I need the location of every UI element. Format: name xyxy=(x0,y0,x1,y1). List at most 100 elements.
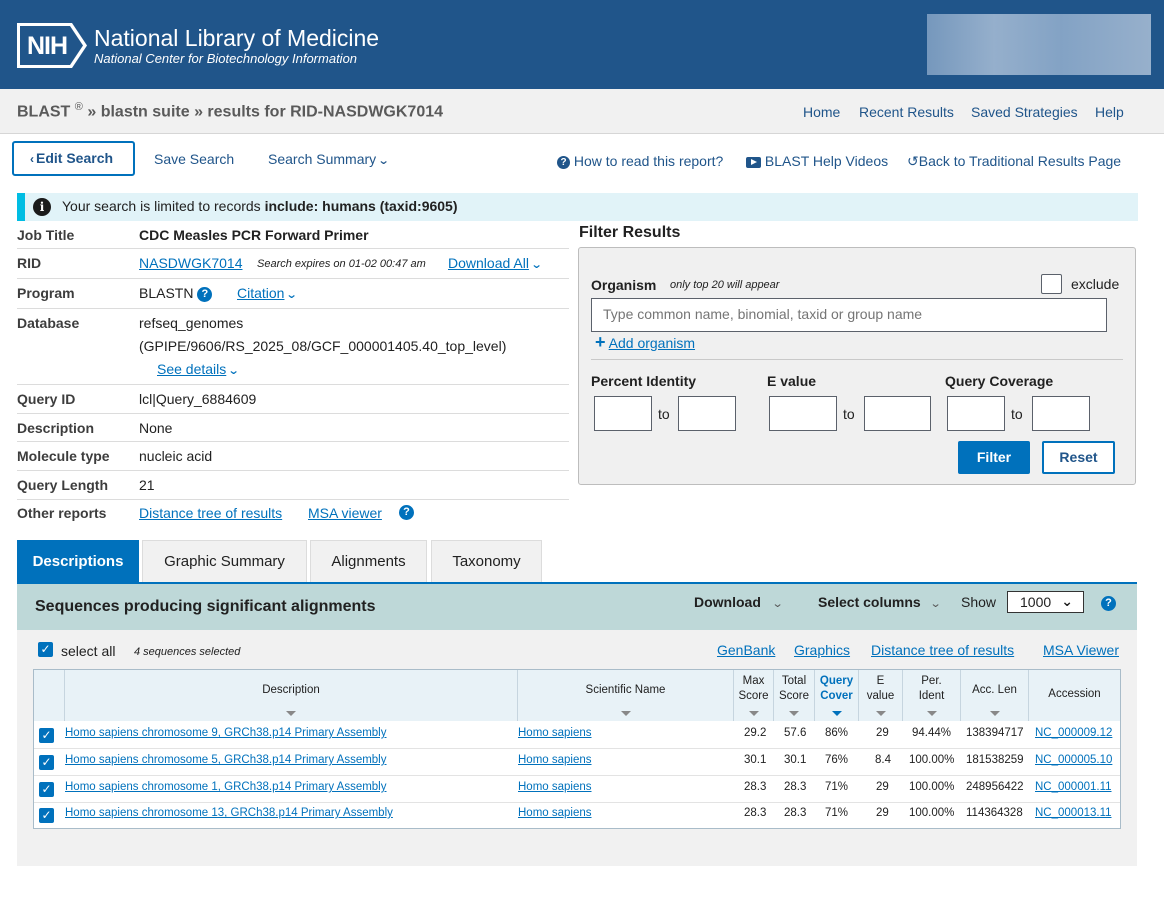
header-label: Score xyxy=(738,690,769,702)
show-count-select[interactable]: 1000 ⌄ xyxy=(1007,591,1084,613)
row-accession-link[interactable]: NC_000009.12 xyxy=(1035,727,1112,739)
column-header-accession[interactable]: Accession xyxy=(1029,670,1120,721)
select-all-checkbox[interactable]: ✓ xyxy=(38,642,53,657)
graphics-link[interactable]: Graphics xyxy=(794,642,850,658)
row-accession-link[interactable]: NC_000001.11 xyxy=(1035,781,1112,793)
query-id-label: Query ID xyxy=(17,391,76,407)
show-label: Show xyxy=(961,594,997,610)
program-name: BLASTN xyxy=(139,285,194,301)
add-organism-label: Add organism xyxy=(608,335,696,351)
distance-tree-link[interactable]: Distance tree of results xyxy=(139,505,282,521)
e-value-max-input[interactable] xyxy=(864,396,931,431)
row-scientific-name-link[interactable]: Homo sapiens xyxy=(518,754,592,766)
msa-viewer-link[interactable]: MSA viewer xyxy=(308,505,382,521)
column-header-max-score[interactable]: Max Score xyxy=(734,670,774,721)
breadcrumb-suite[interactable]: blastn suite xyxy=(101,103,190,120)
back-traditional-link[interactable]: ↺Back to Traditional Results Page xyxy=(907,153,1121,170)
download-all-dropdown[interactable]: Download All ⌄ xyxy=(448,255,543,271)
breadcrumb-app[interactable]: BLAST xyxy=(17,103,70,120)
organism-input[interactable]: Type common name, binomial, taxid or gro… xyxy=(591,298,1107,332)
query-coverage-min-input[interactable] xyxy=(947,396,1005,431)
row-description-link[interactable]: Homo sapiens chromosome 9, GRCh38.p14 Pr… xyxy=(65,727,387,739)
row-checkbox[interactable]: ✓ xyxy=(39,782,54,797)
search-summary-dropdown[interactable]: Search Summary ⌄ xyxy=(268,151,390,167)
column-header-per-ident[interactable]: Per. Ident xyxy=(903,670,961,721)
info-icon: i xyxy=(33,198,51,216)
distance-tree-link[interactable]: Distance tree of results xyxy=(871,642,1014,658)
citation-dropdown[interactable]: Citation ⌄ xyxy=(237,285,298,301)
genbank-link[interactable]: GenBank xyxy=(717,642,775,658)
row-accession-link[interactable]: NC_000013.11 xyxy=(1035,807,1112,819)
tab-graphic-summary[interactable]: Graphic Summary xyxy=(142,540,307,583)
percent-identity-max-input[interactable] xyxy=(678,396,736,431)
download-dropdown[interactable]: Download ⌄ xyxy=(694,594,783,610)
row-total-score: 28.3 xyxy=(784,807,807,819)
row-per-ident: 100.00% xyxy=(909,807,955,819)
sort-arrow-icon xyxy=(989,711,1000,716)
reset-button[interactable]: Reset xyxy=(1042,441,1115,474)
molecule-type-label: Molecule type xyxy=(17,448,110,464)
column-header-description[interactable]: Description xyxy=(65,670,518,721)
row-scientific-name-link[interactable]: Homo sapiens xyxy=(518,781,592,793)
rid-link[interactable]: NASDWGK7014 xyxy=(139,255,242,271)
nav-home[interactable]: Home xyxy=(803,104,840,120)
site-title[interactable]: National Library of Medicine xyxy=(94,24,379,52)
header-label: Query xyxy=(819,675,854,687)
header-label: Accession xyxy=(1048,688,1101,700)
tab-descriptions[interactable]: Descriptions xyxy=(17,540,139,583)
help-videos-link[interactable]: BLAST Help Videos xyxy=(746,153,888,169)
see-details-toggle[interactable]: See details ⌄ xyxy=(157,361,240,377)
row-checkbox[interactable]: ✓ xyxy=(39,808,54,823)
save-search-link[interactable]: Save Search xyxy=(154,151,234,167)
chevron-left-icon: ‹ xyxy=(30,152,34,166)
banner-taxon: include: humans (taxid:9605) xyxy=(264,198,458,214)
row-checkbox[interactable]: ✓ xyxy=(39,755,54,770)
question-icon[interactable]: ? xyxy=(1101,596,1116,611)
search-summary-label: Search Summary xyxy=(268,151,377,167)
column-header-total-score[interactable]: Total Score xyxy=(774,670,815,721)
tab-alignments[interactable]: Alignments xyxy=(310,540,427,583)
column-header-scientific-name[interactable]: Scientific Name xyxy=(518,670,734,721)
row-acc-len: 138394717 xyxy=(966,727,1024,739)
download-label: Download xyxy=(694,594,761,610)
msa-viewer-link[interactable]: MSA Viewer xyxy=(1043,642,1119,658)
row-accession-link[interactable]: NC_000005.10 xyxy=(1035,754,1112,766)
citation-label: Citation xyxy=(237,285,285,301)
header-label: Per. xyxy=(921,675,942,687)
rid-label: RID xyxy=(17,255,42,271)
row-description-link[interactable]: Homo sapiens chromosome 5, GRCh38.p14 Pr… xyxy=(65,754,387,766)
e-value-min-input[interactable] xyxy=(769,396,837,431)
edit-search-button[interactable]: ‹ Edit Search xyxy=(12,141,135,176)
row-description-link[interactable]: Homo sapiens chromosome 13, GRCh38.p14 P… xyxy=(65,807,393,819)
row-e-value: 8.4 xyxy=(875,754,891,766)
row-e-value: 29 xyxy=(876,781,889,793)
header-label: E xyxy=(876,675,885,687)
nav-recent-results[interactable]: Recent Results xyxy=(859,104,954,120)
query-coverage-max-input[interactable] xyxy=(1032,396,1090,431)
row-scientific-name-link[interactable]: Homo sapiens xyxy=(518,727,592,739)
column-header-e-value[interactable]: Evalue xyxy=(859,670,903,721)
how-to-read-link[interactable]: ? How to read this report? xyxy=(557,153,723,169)
add-organism-link[interactable]: + Add organism xyxy=(595,332,695,353)
column-header-acc-len[interactable]: Acc. Len xyxy=(961,670,1029,721)
percent-identity-min-input[interactable] xyxy=(594,396,652,431)
question-icon[interactable]: ? xyxy=(399,505,414,520)
column-header-query-cover[interactable]: Query Cover xyxy=(815,670,859,721)
row-acc-len: 114364328 xyxy=(966,807,1023,819)
nav-help[interactable]: Help xyxy=(1095,104,1124,120)
user-account-area[interactable] xyxy=(927,14,1151,75)
row-per-ident: 94.44% xyxy=(912,727,952,739)
row-scientific-name-link[interactable]: Homo sapiens xyxy=(518,807,592,819)
query-length-label: Query Length xyxy=(17,477,109,493)
row-description-link[interactable]: Homo sapiens chromosome 1, GRCh38.p14 Pr… xyxy=(65,781,387,793)
download-all-label: Download All xyxy=(448,255,529,271)
nav-saved-strategies[interactable]: Saved Strategies xyxy=(971,104,1078,120)
question-icon[interactable]: ? xyxy=(197,286,213,302)
select-columns-dropdown[interactable]: Select columns ⌄ xyxy=(818,594,941,610)
tab-taxonomy[interactable]: Taxonomy xyxy=(431,540,542,583)
row-checkbox[interactable]: ✓ xyxy=(39,728,54,743)
organism-label: Organism xyxy=(591,277,657,293)
header-label: Cover xyxy=(820,690,853,702)
exclude-checkbox[interactable] xyxy=(1041,274,1062,294)
filter-button[interactable]: Filter xyxy=(958,441,1030,474)
